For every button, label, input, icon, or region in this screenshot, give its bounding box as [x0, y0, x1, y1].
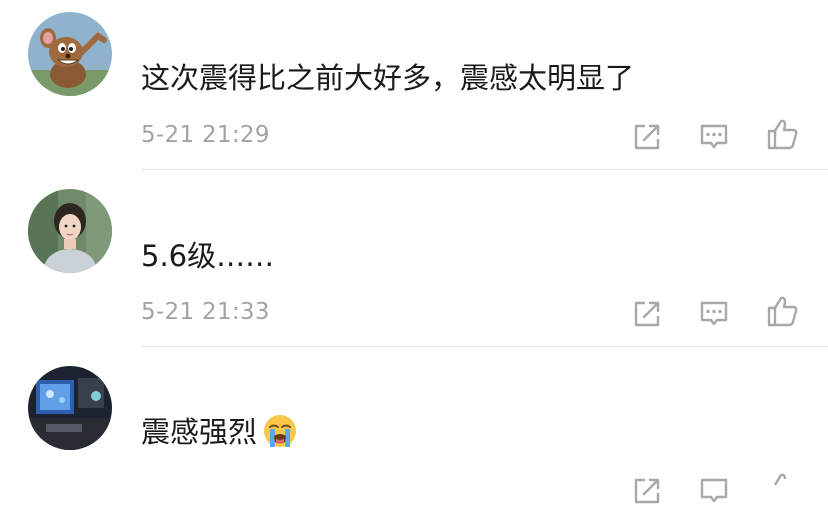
reply-comment-icon	[700, 124, 728, 149]
like-button[interactable]	[764, 470, 800, 506]
comment-timestamp: 5-21 21:29	[141, 122, 270, 148]
like-button[interactable]	[764, 116, 800, 152]
divider	[141, 346, 828, 347]
dark-room-avatar-icon	[28, 366, 112, 450]
share-icon	[634, 478, 660, 504]
share-icon	[634, 301, 660, 327]
thumbs-up-icon	[767, 119, 798, 150]
like-button[interactable]	[764, 293, 800, 329]
cartoon-mouse-avatar-icon	[28, 12, 112, 96]
reply-button[interactable]	[696, 295, 732, 331]
share-button[interactable]	[628, 295, 664, 331]
share-button[interactable]	[628, 472, 664, 508]
comment-text-label: 震感强烈	[141, 415, 258, 449]
share-button[interactable]	[628, 118, 664, 154]
comment-text: 5.6级……	[141, 239, 275, 273]
comment-text: 这次震得比之前大好多，震感太明显了	[141, 61, 635, 95]
reply-comment-icon	[700, 478, 728, 503]
loudly-crying-emoji-icon	[263, 414, 297, 453]
girl-photo-avatar-icon	[28, 189, 112, 273]
thumbs-up-icon	[767, 296, 798, 327]
avatar[interactable]	[28, 189, 112, 273]
comment-timestamp: 5-21 21:33	[141, 299, 270, 325]
share-icon	[634, 124, 660, 150]
reply-comment-icon	[700, 301, 728, 326]
reply-button[interactable]	[696, 118, 732, 154]
avatar[interactable]	[28, 12, 112, 96]
comment-text: 震感强烈	[141, 414, 297, 453]
divider	[141, 169, 828, 170]
avatar[interactable]	[28, 366, 112, 450]
thumbs-up-icon	[773, 473, 787, 486]
reply-button[interactable]	[696, 472, 732, 508]
